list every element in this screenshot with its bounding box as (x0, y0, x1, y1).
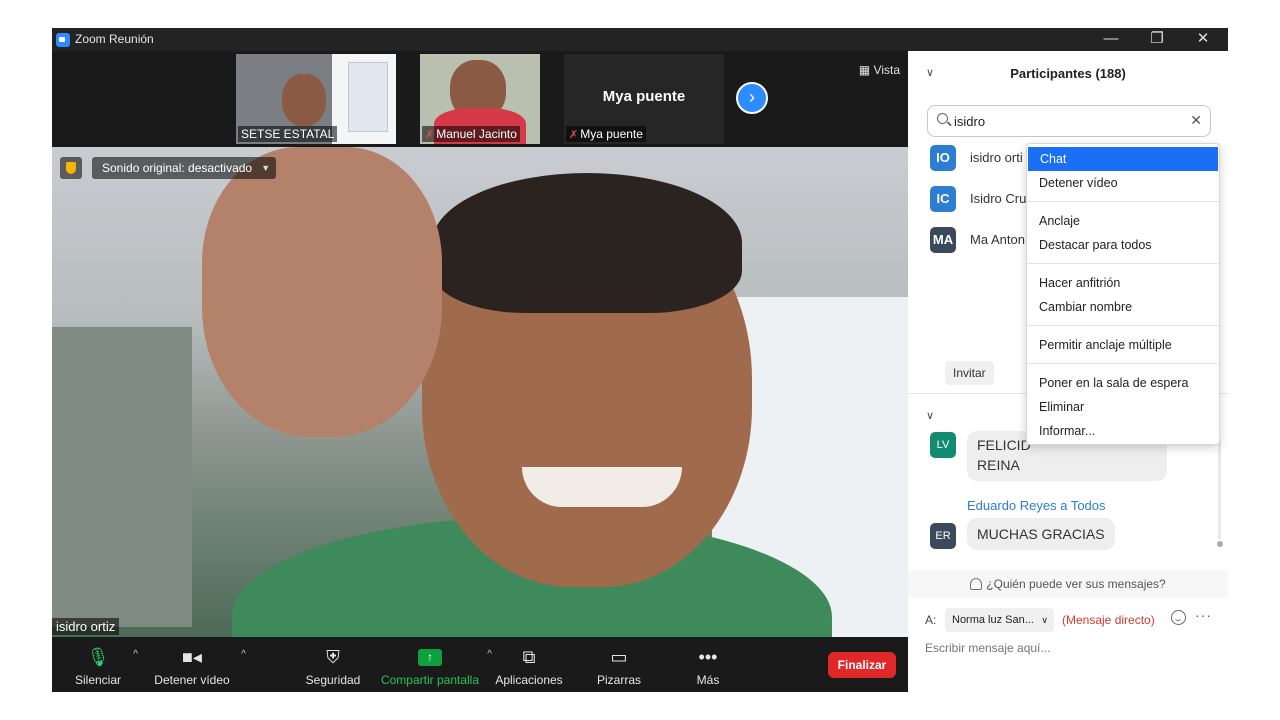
thumbnail-setse-estatal[interactable]: SETSE ESTATAL (236, 54, 396, 144)
menu-item-spotlight[interactable]: Destacar para todos (1027, 233, 1219, 257)
stop-video-button[interactable]: ■◂ Detener vídeo ^ (154, 645, 246, 687)
participants-title: Participantes (188) (1010, 66, 1126, 81)
avatar: LV (930, 432, 956, 458)
thumbnail-name: SETSE ESTATAL (238, 126, 338, 142)
share-screen-icon: ↑ (380, 645, 480, 669)
menu-item-remove[interactable]: Eliminar (1027, 395, 1219, 419)
security-button[interactable]: ⛨ Seguridad (305, 645, 361, 687)
grid-view-icon: ▦ (858, 63, 871, 77)
scrollbar-thumb[interactable] (1217, 541, 1223, 547)
main-video[interactable]: Sonido original: desactivado ▼ isidro or… (52, 147, 908, 637)
mute-options-caret[interactable]: ^ (133, 649, 138, 660)
restore-button[interactable]: ❐ (1134, 28, 1180, 51)
participant-name: isidro orti (970, 150, 1023, 165)
menu-item-pin[interactable]: Anclaje (1027, 209, 1219, 233)
invite-button[interactable]: Invitar (945, 361, 994, 385)
muted-mic-icon: ✗ (569, 129, 579, 141)
mute-button[interactable]: 🎙 Silenciar ^ (74, 645, 138, 687)
menu-item-report[interactable]: Informar... (1027, 419, 1219, 443)
menu-item-stop-video[interactable]: Detener vídeo (1027, 171, 1219, 195)
meeting-toolbar: 🎙 Silenciar ^ ■◂ Detener vídeo ^ ⛨ Segur… (52, 637, 908, 692)
zoom-logo-icon (56, 33, 70, 47)
clear-search-icon[interactable]: ✕ (1190, 112, 1202, 129)
message-sender: Eduardo Reyes a Todos (967, 498, 1106, 513)
more-dots-icon: ••• (698, 647, 718, 667)
thumbnail-display-name: Mya puente (602, 88, 686, 105)
person-icon (970, 578, 983, 590)
to-label: A: (925, 613, 937, 627)
chevron-down-icon: ∨ (1041, 615, 1048, 625)
menu-item-make-host[interactable]: Hacer anfitrión (1027, 271, 1219, 295)
share-options-caret[interactable]: ^ (487, 649, 492, 660)
search-icon (937, 113, 948, 124)
original-sound-toggle[interactable]: Sonido original: desactivado ▼ (92, 157, 277, 179)
menu-separator (1027, 201, 1219, 202)
menu-item-chat[interactable]: Chat (1028, 147, 1218, 171)
window-title: Zoom Reunión (75, 32, 154, 46)
video-camera-icon: ■◂ (182, 647, 202, 667)
avatar: ER (930, 523, 956, 549)
shield-icon: ⛨ (326, 647, 340, 667)
thumbnail-name: ✗ Mya puente (566, 126, 646, 142)
video-options-caret[interactable]: ^ (241, 649, 246, 660)
security-shield-icon[interactable] (60, 157, 82, 179)
chat-collapse-chevron-icon[interactable]: ∨ (926, 409, 934, 422)
thumbnail-strip: SETSE ESTATAL ✗ Manuel Jacinto Mya puente… (52, 51, 908, 147)
message-input[interactable] (925, 638, 1215, 658)
chat-message: MUCHAS GRACIAS (967, 518, 1115, 550)
menu-item-waiting-room[interactable]: Poner en la sala de espera (1027, 371, 1219, 395)
menu-item-rename[interactable]: Cambiar nombre (1027, 295, 1219, 319)
participant-name: Ma Anton (970, 232, 1025, 247)
view-button[interactable]: ▦ Vista (859, 63, 900, 77)
chat-scrollbar[interactable] (1218, 439, 1221, 539)
more-button[interactable]: ••• Más (692, 645, 724, 687)
end-meeting-button[interactable]: Finalizar (828, 652, 896, 678)
whiteboard-icon: ▭ (610, 647, 628, 667)
emoji-icon[interactable] (1171, 610, 1186, 625)
participant-context-menu: Chat Detener vídeo Anclaje Destacar para… (1026, 143, 1220, 445)
avatar: IO (930, 145, 956, 171)
share-screen-button[interactable]: ↑ Compartir pantalla ^ (380, 645, 492, 687)
menu-separator (1027, 325, 1219, 326)
more-options-icon[interactable]: ··· (1195, 607, 1212, 623)
avatar: IC (930, 186, 956, 212)
avatar: MA (930, 227, 956, 253)
thumbnail-name: ✗ Manuel Jacinto (422, 126, 520, 142)
microphone-icon: 🎙 (86, 647, 110, 667)
participant-search: ✕ (927, 105, 1211, 137)
whiteboards-button[interactable]: ▭ Pizarras (596, 645, 642, 687)
thumbnail-manuel-jacinto[interactable]: ✗ Manuel Jacinto (420, 54, 540, 144)
video-stage: SETSE ESTATAL ✗ Manuel Jacinto Mya puente… (52, 51, 908, 637)
thumbnail-mya-puente[interactable]: Mya puente ✗ Mya puente (564, 54, 724, 144)
participant-search-input[interactable] (954, 112, 1174, 130)
next-page-arrow-icon[interactable]: › (736, 82, 768, 114)
recipient-select[interactable]: Norma luz San... ∨ (945, 608, 1054, 632)
close-window-button[interactable]: ✕ (1180, 28, 1226, 51)
participant-name: Isidro Cru (970, 191, 1026, 206)
participants-header: ∨ Participantes (188) (908, 51, 1228, 96)
muted-mic-icon: ✗ (425, 129, 435, 141)
title-bar: Zoom Reunión — ❐ ✕ (52, 28, 1228, 51)
apps-icon: ⧉ (522, 647, 536, 667)
recipient-row: A: Norma luz San... ∨ (Mensaje directo) … (908, 607, 1228, 633)
menu-item-allow-multi-pin[interactable]: Permitir anclaje múltiple (1027, 333, 1219, 357)
menu-separator (1027, 363, 1219, 364)
menu-separator (1027, 263, 1219, 264)
collapse-chevron-icon[interactable]: ∨ (926, 51, 934, 96)
apps-button[interactable]: ⧉ Aplicaciones (494, 645, 564, 687)
direct-message-label: (Mensaje directo) (1062, 613, 1155, 627)
who-can-see-messages[interactable]: ¿Quién puede ver sus mensajes? (908, 570, 1228, 598)
chevron-down-icon: ▼ (261, 163, 271, 173)
speaker-name-tag: isidro ortiz (52, 618, 120, 635)
minimize-button[interactable]: — (1088, 28, 1134, 51)
